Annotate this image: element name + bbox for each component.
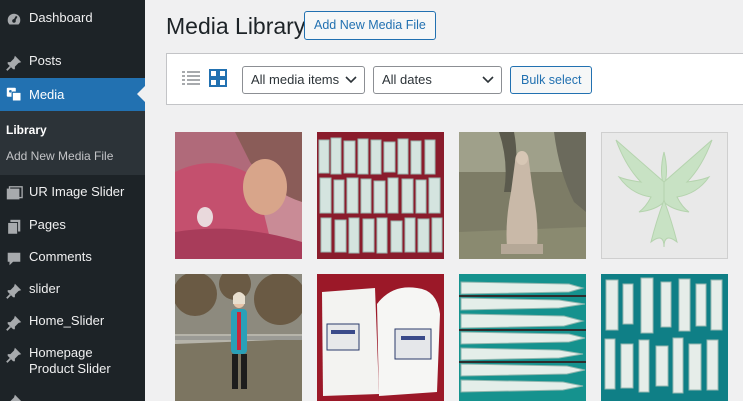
- media-thumbnail[interactable]: [175, 132, 302, 259]
- media-thumbnail[interactable]: [601, 274, 728, 401]
- active-indicator: [137, 86, 145, 102]
- comments-icon: [7, 252, 21, 266]
- grid-view-icon[interactable]: [209, 69, 227, 87]
- pin-icon: [6, 283, 22, 299]
- media-thumbnail[interactable]: [601, 132, 728, 259]
- submenu-item-library[interactable]: Library: [6, 123, 47, 137]
- menu-label: Posts: [29, 53, 62, 68]
- menu-label: slider: [29, 281, 61, 296]
- media-type-filter[interactable]: All media items: [242, 66, 365, 94]
- dashboard-icon: [7, 13, 21, 25]
- media-thumbnail[interactable]: [459, 132, 586, 259]
- admin-sidebar: Dashboard Posts Media Library Add New Me…: [0, 0, 145, 401]
- menu-label: Dashboard: [29, 10, 93, 25]
- date-filter[interactable]: All dates: [373, 66, 502, 94]
- menu-item-pages[interactable]: Pages: [0, 217, 145, 237]
- chevron-down-icon: [482, 76, 494, 84]
- menu-item-partial[interactable]: [0, 392, 145, 401]
- menu-label: Media: [29, 87, 65, 102]
- menu-item-dashboard[interactable]: Dashboard: [0, 10, 145, 30]
- image-slider-icon: [6, 186, 23, 200]
- submenu-item-add-new[interactable]: Add New Media File: [6, 149, 113, 163]
- media-thumbnail[interactable]: [459, 274, 586, 401]
- pin-icon: [6, 315, 22, 331]
- pin-icon: [6, 55, 22, 71]
- add-new-media-button[interactable]: Add New Media File: [304, 11, 436, 40]
- media-icon: [6, 87, 22, 102]
- list-view-icon[interactable]: [182, 70, 200, 88]
- chevron-down-icon: [345, 76, 357, 84]
- menu-label: Comments: [29, 249, 92, 264]
- menu-item-slider[interactable]: slider: [0, 281, 145, 301]
- menu-item-home-slider[interactable]: Home_Slider: [0, 313, 145, 333]
- media-toolbar: All media items All dates Bulk select: [166, 53, 743, 105]
- media-submenu: Library Add New Media File: [0, 111, 145, 175]
- media-thumbnail[interactable]: [317, 132, 444, 259]
- menu-item-ur-image-slider[interactable]: UR Image Slider: [0, 184, 145, 204]
- pin-icon: [6, 347, 22, 363]
- media-thumbnail[interactable]: [175, 274, 302, 401]
- menu-label: Pages: [29, 217, 66, 232]
- menu-item-comments[interactable]: Comments: [0, 249, 145, 269]
- bulk-select-button[interactable]: Bulk select: [510, 66, 593, 94]
- media-thumbnail[interactable]: [317, 274, 444, 401]
- menu-item-homepage-product-slider[interactable]: Homepage Product Slider: [0, 345, 145, 381]
- menu-label: UR Image Slider: [29, 184, 125, 199]
- menu-label: Homepage Product Slider: [29, 345, 111, 376]
- pin-icon: [10, 394, 22, 401]
- menu-item-media[interactable]: Media: [0, 78, 145, 111]
- menu-item-posts[interactable]: Posts: [0, 53, 145, 73]
- pages-icon: [7, 219, 21, 235]
- date-filter-value: All dates: [382, 72, 432, 87]
- media-type-filter-value: All media items: [251, 72, 340, 87]
- menu-label: Home_Slider: [29, 313, 105, 328]
- page-title: Media Library: [166, 13, 306, 39]
